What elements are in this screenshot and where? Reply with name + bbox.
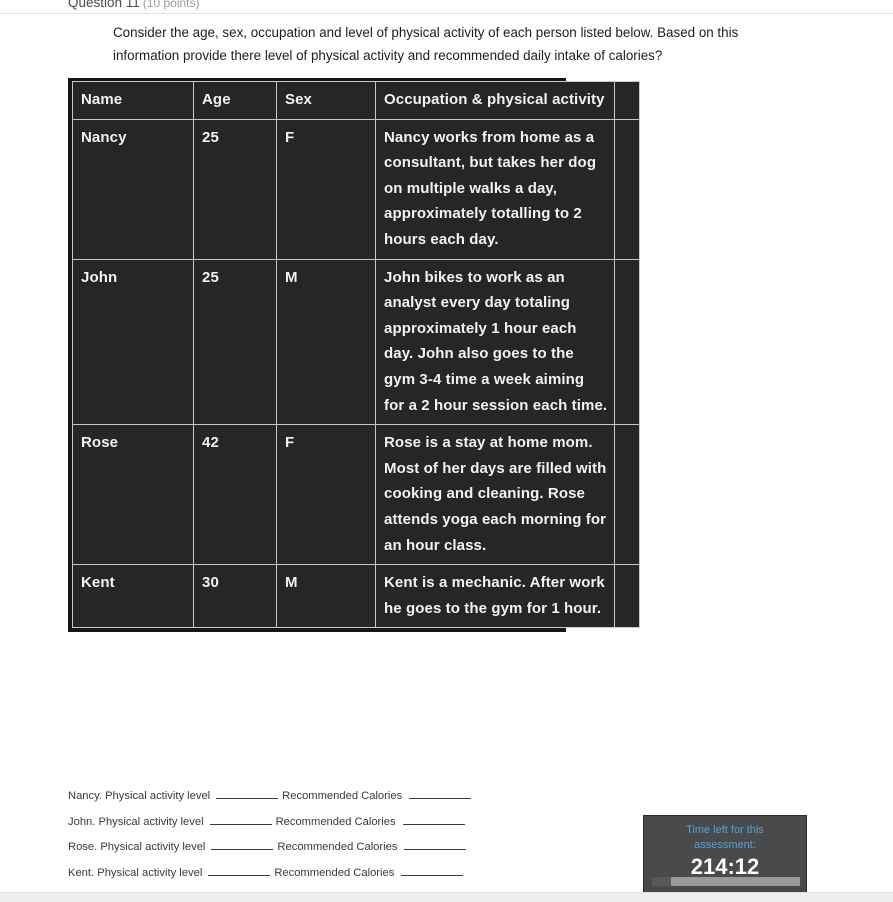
cell-age: 25 [193,258,277,426]
table-header-row: Name Age Sex Occupation & physical activ… [72,81,640,120]
cell-sex: M [276,564,376,629]
column-header-occupation: Occupation & physical activity [375,81,615,120]
cell-name: Nancy [72,118,194,260]
question-prompt: Consider the age, sex, occupation and le… [113,22,783,67]
cell-name: John [72,258,194,426]
cell-age: 30 [193,564,277,629]
timer-label-line-1: Time left for this [686,824,764,836]
answer-lines: Nancy. Physical activity level Recommende… [68,784,538,886]
table-row: Nancy 25 F Nancy works from home as a co… [72,118,640,260]
cell-sex: F [276,118,376,260]
table-row: Rose 42 F Rose is a stay at home mom. Mo… [72,424,640,566]
calories-blank[interactable] [402,813,465,825]
calories-blank[interactable] [404,838,467,850]
answer-calories-label: Recommended Calories [282,790,403,802]
cell-occupation: John bikes to work as an analyst every d… [375,258,615,426]
cell-spacer [614,258,640,426]
timer-progress-fill [652,877,672,886]
question-title: Question 11 [68,0,140,10]
answer-row-rose: Rose. Physical activity level Recommended… [68,835,538,861]
activity-level-blank[interactable] [211,838,274,850]
cell-spacer [614,424,640,566]
activity-level-blank[interactable] [216,787,279,799]
answer-calories-label: Recommended Calories [277,841,398,853]
cell-spacer [614,564,640,629]
activity-level-blank[interactable] [208,864,271,876]
question-header-text: Question 11 (10 points) [68,0,200,12]
cell-spacer [614,118,640,260]
cell-age: 42 [193,424,277,566]
assessment-timer-widget: Time left for this assessment: 214:12 [643,815,807,893]
person-activity-table: Name Age Sex Occupation & physical activ… [72,81,640,629]
question-table-container: Name Age Sex Occupation & physical activ… [68,78,640,633]
table-row: John 25 M John bikes to work as an analy… [72,258,640,426]
column-header-age: Age [193,81,277,120]
page-footer-band [0,892,893,902]
answer-person-label: John. Physical activity level [68,815,204,828]
column-header-spacer [614,81,640,120]
timer-label-line-2: assessment: [694,839,756,851]
answer-person-label: Nancy. Physical activity level [68,790,211,802]
calories-blank[interactable] [401,864,464,876]
answer-calories-label: Recommended Calories [275,815,396,828]
column-header-sex: Sex [276,81,376,120]
answer-person-label: Rose. Physical activity level [68,841,206,853]
cell-name: Rose [72,424,194,566]
calories-blank[interactable] [409,787,472,799]
answer-person-label: Kent. Physical activity level [68,866,203,879]
cell-age: 25 [193,118,277,260]
cell-occupation: Rose is a stay at home mom. Most of her … [375,424,615,566]
cell-occupation: Nancy works from home as a consultant, b… [375,118,615,260]
answer-row-kent: Kent. Physical activity level Recommended… [68,861,538,887]
prompt-line-1: Consider the age, sex, occupation and le… [113,25,739,40]
timer-progress-track [652,877,800,886]
cell-sex: F [276,424,376,566]
cell-sex: M [276,258,376,426]
answer-calories-label: Recommended Calories [274,866,395,879]
column-header-name: Name [72,81,194,120]
answer-row-nancy: Nancy. Physical activity level Recommende… [68,784,538,810]
question-points: (10 points) [142,0,200,10]
cell-name: Kent [72,564,194,629]
activity-level-blank[interactable] [209,813,272,825]
table-row: Kent 30 M Kent is a mechanic. After work… [72,564,640,629]
prompt-line-2: information provide there level of physi… [113,47,663,63]
cell-occupation: Kent is a mechanic. After work he goes t… [375,564,615,629]
question-header: Question 11 (10 points) [0,0,893,14]
answer-row-john: John. Physical activity level Recommended… [68,810,538,836]
